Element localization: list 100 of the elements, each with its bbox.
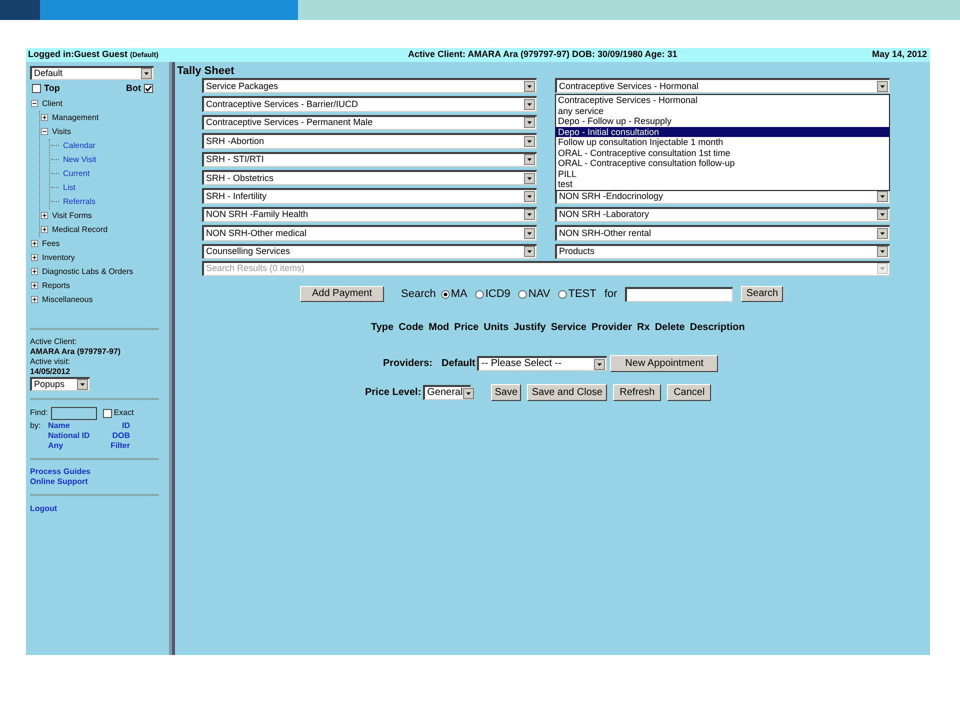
tree-item[interactable]: Inventory	[42, 252, 75, 264]
radio-button[interactable]	[518, 290, 528, 299]
checkbox[interactable]	[144, 84, 153, 94]
expand-icon[interactable]	[41, 212, 48, 219]
button[interactable]: Search	[741, 286, 784, 302]
dropdown[interactable]: Default	[30, 66, 154, 80]
dropdown[interactable]: Contraceptive Services - Permanent Male	[202, 114, 537, 130]
caret-icon	[877, 263, 888, 274]
tree-item[interactable]: Miscellaneous	[42, 294, 93, 306]
dropdown[interactable]: SRH -Abortion	[202, 133, 537, 149]
button[interactable]: Save	[491, 384, 522, 402]
column-header: Provider	[591, 321, 632, 336]
list-option[interactable]: Contraceptive Services - Hormonal	[556, 95, 889, 106]
search-field[interactable]	[625, 286, 734, 302]
button[interactable]: New Appointment	[610, 355, 718, 372]
radio-label: MA	[450, 286, 468, 302]
caret-icon	[462, 388, 474, 399]
dropdown[interactable]: Service Packages	[202, 78, 537, 94]
list-option[interactable]: ORAL - Contraceptive consultation follow-up	[556, 158, 889, 168]
radio-button[interactable]	[475, 290, 484, 299]
link[interactable]: Online Support	[30, 476, 88, 486]
list-option[interactable]: test	[556, 179, 889, 190]
expand-icon[interactable]	[31, 296, 38, 303]
expand-icon[interactable]	[41, 226, 48, 233]
button[interactable]: Add Payment	[300, 286, 384, 302]
expand-icon[interactable]	[41, 114, 48, 121]
list-option[interactable]: Depo - Follow up - Resupply	[556, 116, 889, 126]
caret-icon	[524, 136, 535, 147]
tree-item[interactable]: Diagnostic Labs & Orders	[42, 266, 134, 278]
caret-icon	[524, 191, 535, 202]
dropdown[interactable]: Products	[555, 244, 890, 259]
dropdown[interactable]: NON SRH-Other rental	[555, 225, 890, 241]
checkbox-label: Bot	[126, 82, 141, 95]
dropdown[interactable]: Popups	[30, 376, 90, 390]
search-link[interactable]: Any	[48, 440, 104, 450]
tree-link[interactable]: Current	[63, 168, 90, 180]
search-link[interactable]: National ID	[48, 430, 104, 440]
button[interactable]: Refresh	[613, 384, 662, 402]
dropdown[interactable]: SRH - Obstetrics	[202, 170, 537, 186]
tree-link[interactable]: List	[63, 182, 76, 194]
find-label: Find:	[30, 407, 48, 419]
radio-label: TEST	[568, 286, 596, 302]
tree-item[interactable]: Client	[42, 98, 62, 110]
dropdown[interactable]: Counselling Services	[202, 244, 537, 259]
dropdown[interactable]: Contraceptive Services - Barrier/IUCD	[202, 96, 537, 112]
tree-item[interactable]: Reports	[42, 280, 70, 292]
dropdown[interactable]: SRH - Infertility	[202, 188, 537, 204]
dropdown[interactable]: NON SRH -Family Health	[202, 206, 537, 222]
expand-icon[interactable]	[31, 282, 38, 289]
expand-icon[interactable]	[31, 240, 38, 247]
tree-item[interactable]: Fees	[42, 238, 60, 250]
radio-label: ICD9	[485, 286, 510, 302]
input-field[interactable]	[50, 406, 97, 420]
dropdown[interactable]: SRH - STI/RTI	[202, 152, 537, 167]
radio-button[interactable]	[440, 290, 450, 299]
search-link[interactable]: Filter	[104, 440, 130, 450]
collapse-icon[interactable]	[41, 128, 48, 135]
dropdown[interactable]: NON SRH-Other medical	[202, 225, 537, 241]
list-option[interactable]: any service	[556, 106, 889, 116]
caret-icon	[524, 80, 535, 92]
logout-link[interactable]: Logout	[30, 502, 58, 514]
dropdown[interactable]: NON SRH -Laboratory	[555, 206, 890, 222]
client-summary: Active Client: AMARA Ara (979797-97) DOB: 30/09/1980 Age: 31	[408, 48, 678, 62]
column-header: Units	[484, 321, 509, 336]
search-link[interactable]: ID	[104, 420, 130, 430]
caret-icon	[77, 378, 88, 390]
tree-item[interactable]: Visit Forms	[52, 210, 92, 222]
checkbox-label: Top	[44, 82, 60, 95]
list-option[interactable]: ORAL - Contraceptive consultation 1st time	[556, 148, 889, 158]
column-header: Rx	[637, 321, 650, 336]
expand-icon[interactable]	[31, 254, 38, 261]
button[interactable]: Cancel	[667, 384, 712, 402]
tree-item[interactable]: Management	[52, 112, 99, 124]
list-option[interactable]: PILL	[556, 168, 889, 179]
column-header: Delete	[654, 321, 685, 336]
checkbox[interactable]	[102, 408, 112, 418]
price-level-label: Price Level:	[365, 386, 422, 400]
tree-link[interactable]: Calendar	[63, 140, 96, 152]
caret-icon	[524, 99, 535, 110]
search-link[interactable]: Name	[48, 420, 104, 430]
dropdown[interactable]: General	[423, 385, 472, 400]
tree-item[interactable]: Visits	[52, 126, 71, 138]
column-header: Description	[690, 321, 745, 336]
search-link[interactable]: DOB	[104, 430, 130, 440]
button[interactable]: Save and Close	[527, 384, 608, 402]
list-option[interactable]: Follow up consultation Injectable 1 month	[556, 137, 889, 148]
caret-icon	[141, 68, 152, 79]
dropdown[interactable]: Contraceptive Services - Hormonal	[555, 78, 890, 94]
link[interactable]: Process Guides	[30, 466, 90, 476]
by-label: by:	[30, 420, 42, 432]
list-option[interactable]: Depo - Initial consultation	[556, 126, 889, 137]
collapse-icon[interactable]	[31, 100, 38, 107]
expand-icon[interactable]	[31, 268, 38, 275]
section-title: Tally Sheet	[176, 65, 234, 78]
tree-link[interactable]: Referrals	[63, 196, 96, 208]
tree-item[interactable]: Medical Record	[52, 224, 108, 236]
tree-link[interactable]: New Visit	[63, 154, 96, 166]
checkbox[interactable]	[32, 84, 41, 94]
dropdown[interactable]: -- Please Select --	[477, 356, 608, 372]
radio-button[interactable]	[558, 290, 568, 299]
